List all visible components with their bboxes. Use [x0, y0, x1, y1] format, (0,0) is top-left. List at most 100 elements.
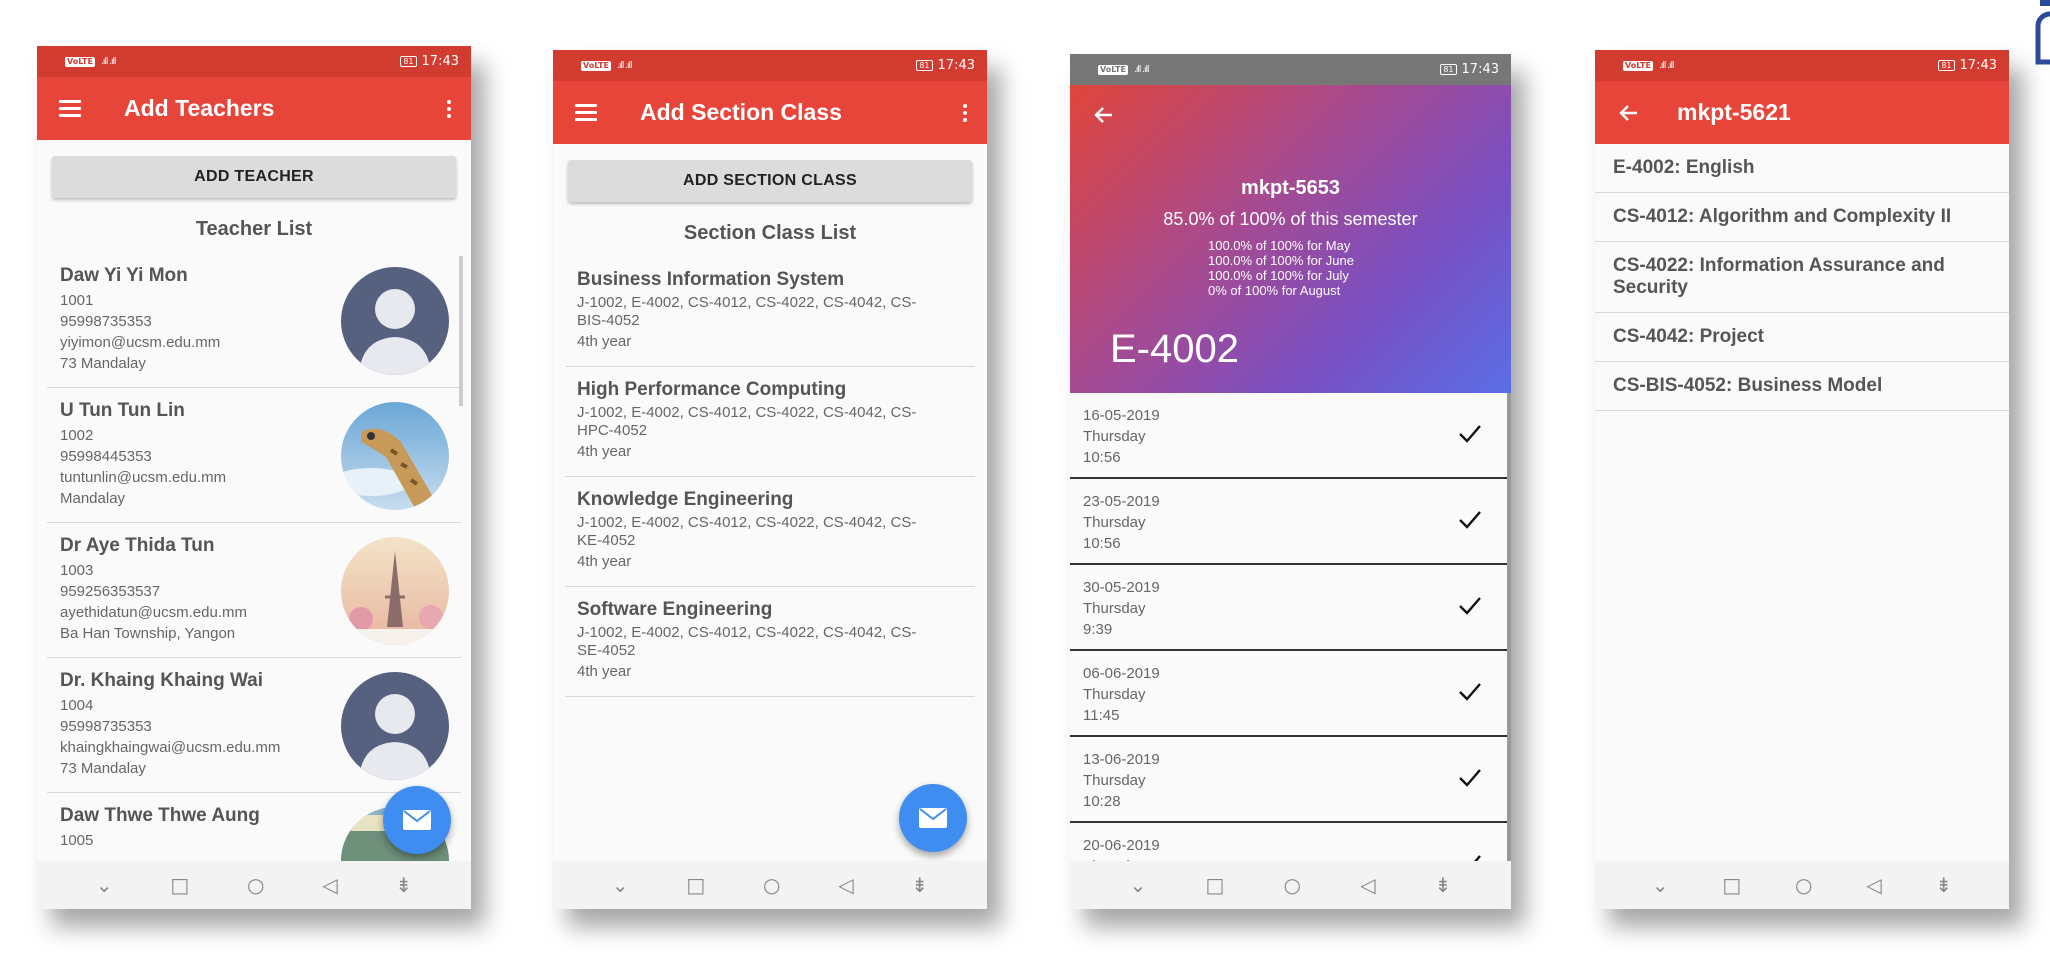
section-codes: J-1002, E-4002, CS-4012, CS-4022, CS-404…	[577, 294, 917, 329]
section-year: 4th year	[577, 443, 632, 460]
attendance-row[interactable]: 13-06-2019 Thursday 10:28	[1070, 737, 1511, 823]
section-name: Knowledge Engineering	[577, 489, 794, 510]
back-arrow-icon[interactable]	[1617, 101, 1641, 125]
attendance-day: Thursday	[1083, 686, 1146, 703]
mail-fab-button[interactable]	[899, 784, 967, 852]
attendance-row[interactable]: 30-05-2019 Thursday 9:39	[1070, 565, 1511, 651]
battery-icon: 81	[1440, 64, 1457, 75]
attendance-date: 13-06-2019	[1083, 751, 1160, 768]
attendance-date: 06-06-2019	[1083, 665, 1160, 682]
section-name: Software Engineering	[577, 599, 773, 620]
course-item[interactable]: CS-BIS-4052: Business Model	[1595, 362, 2009, 411]
section-item[interactable]: Knowledge Engineering J-1002, E-4002, CS…	[565, 477, 975, 587]
back-arrow-icon[interactable]	[1092, 103, 1116, 127]
page-title: Add Teachers	[124, 95, 275, 121]
back-nav-icon[interactable]: ◁	[838, 873, 853, 897]
teacher-item[interactable]: Dr Aye Thida Tun 1003 959256353537 ayethida…	[47, 523, 461, 658]
mail-fab-button[interactable]	[383, 786, 451, 854]
notification-icon[interactable]: ⇟	[1935, 873, 1952, 897]
phone-student-courses: VoLTE .ıll .ıll 81 17:43 mkpt-5621 E-4002:…	[1595, 50, 2009, 909]
more-options-icon[interactable]	[963, 103, 967, 122]
check-icon	[1459, 683, 1481, 701]
section-codes: J-1002, E-4002, CS-4012, CS-4022, CS-404…	[577, 624, 917, 659]
scrollbar[interactable]	[1507, 393, 1511, 871]
attendance-header: mkpt-5653 85.0% of 100% of this semester…	[1070, 85, 1511, 393]
course-list: E-4002: English CS-4012: Algorithm and Co…	[1595, 144, 2009, 411]
back-nav-icon[interactable]: ◁	[1866, 873, 1881, 897]
system-nav-bar: ⌄ □ ○ ◁ ⇟	[1595, 861, 2009, 909]
status-time: 17:43	[1959, 58, 1997, 73]
notification-icon[interactable]: ⇟	[395, 873, 412, 897]
recents-icon[interactable]: □	[1205, 873, 1224, 897]
attendance-row[interactable]: 23-05-2019 Thursday 10:56	[1070, 479, 1511, 565]
section-item[interactable]: High Performance Computing J-1002, E-400…	[565, 367, 975, 477]
course-item[interactable]: CS-4012: Algorithm and Complexity II	[1595, 193, 2009, 242]
attendance-date: 20-06-2019	[1083, 837, 1160, 854]
scrollbar[interactable]	[459, 256, 463, 406]
chevron-down-icon[interactable]: ⌄	[96, 873, 113, 897]
chevron-down-icon[interactable]: ⌄	[612, 873, 629, 897]
attendance-list: 16-05-2019 Thursday 10:56 23-05-2019 Thu…	[1070, 393, 1511, 909]
attendance-time: 10:56	[1083, 449, 1121, 466]
avatar	[341, 537, 449, 645]
course-item[interactable]: E-4002: English	[1595, 144, 2009, 193]
more-options-icon[interactable]	[447, 99, 451, 118]
status-bar: VoLTE .ıll .ıll 81 17:43	[1595, 50, 2009, 81]
course-item[interactable]: CS-4042: Project	[1595, 313, 2009, 362]
add-teacher-button[interactable]: ADD TEACHER	[52, 156, 456, 198]
list-title: Section Class List	[683, 222, 857, 244]
status-time: 17:43	[1461, 62, 1499, 77]
recents-icon[interactable]: □	[1722, 873, 1741, 897]
recents-icon[interactable]: □	[686, 873, 705, 897]
section-name: High Performance Computing	[577, 379, 847, 400]
teacher-item[interactable]: Daw Yi Yi Mon 1001 95998735353 yiyimon@ucsm…	[47, 253, 461, 388]
home-icon[interactable]: ○	[247, 873, 264, 897]
page-title: Add Section Class	[640, 99, 842, 125]
teacher-item[interactable]: Dr. Khaing Khaing Wai 1004 95998735353 khai…	[47, 658, 461, 793]
status-bar: VoLTE .ıll .ıll 81 17:43	[553, 50, 987, 81]
menu-icon[interactable]	[575, 104, 597, 121]
month-july: 100.0% of 100% for July	[1208, 268, 1349, 283]
chevron-down-icon[interactable]: ⌄	[1652, 873, 1669, 897]
attendance-time: 10:28	[1083, 793, 1121, 810]
check-icon	[1459, 597, 1481, 615]
attendance-row[interactable]: 16-05-2019 Thursday 10:56	[1070, 393, 1511, 479]
status-time: 17:43	[421, 54, 459, 69]
student-id: mkpt-5653	[1241, 177, 1340, 199]
volte-badge: VoLTE	[1623, 60, 1653, 71]
home-icon[interactable]: ○	[763, 873, 780, 897]
course-item[interactable]: CS-4022: Information Assurance and Secur…	[1595, 242, 2009, 313]
back-nav-icon[interactable]: ◁	[322, 873, 337, 897]
signal-icon: .ıll .ıll	[616, 60, 633, 71]
add-section-class-button[interactable]: ADD SECTION CLASS	[568, 160, 972, 202]
chevron-down-icon[interactable]: ⌄	[1130, 873, 1147, 897]
battery-icon: 81	[916, 60, 933, 71]
system-nav-bar: ⌄ □ ○ ◁ ⇟	[1070, 861, 1511, 909]
home-icon[interactable]: ○	[1795, 873, 1812, 897]
section-year: 4th year	[577, 553, 632, 570]
check-icon	[1459, 425, 1481, 443]
check-icon	[1459, 769, 1481, 787]
section-item[interactable]: Business Information System J-1002, E-40…	[565, 257, 975, 367]
section-list: Business Information System J-1002, E-40…	[553, 257, 987, 697]
notification-icon[interactable]: ⇟	[911, 873, 928, 897]
page-title: mkpt-5621	[1677, 99, 1791, 125]
recents-icon[interactable]: □	[170, 873, 189, 897]
battery-icon: 81	[1938, 60, 1955, 71]
home-icon[interactable]: ○	[1284, 873, 1301, 897]
attendance-day: Thursday	[1083, 772, 1146, 789]
app-bar: Add Teachers	[37, 77, 471, 140]
attendance-row[interactable]: 06-06-2019 Thursday 11:45	[1070, 651, 1511, 737]
teacher-item[interactable]: U Tun Tun Lin 1002 95998445353 tuntunlin@uc…	[47, 388, 461, 523]
attendance-date: 16-05-2019	[1083, 407, 1160, 424]
section-year: 4th year	[577, 333, 632, 350]
back-nav-icon[interactable]: ◁	[1360, 873, 1375, 897]
notification-icon[interactable]: ⇟	[1435, 873, 1452, 897]
volte-badge: VoLTE	[1098, 64, 1128, 75]
section-item[interactable]: Software Engineering J-1002, E-4002, CS-…	[565, 587, 975, 697]
battery-icon: 81	[400, 56, 417, 67]
attendance-date: 30-05-2019	[1083, 579, 1160, 596]
menu-icon[interactable]	[59, 100, 81, 117]
status-bar: VoLTE .ıll .ıll 81 17:43	[1070, 54, 1511, 85]
section-codes: J-1002, E-4002, CS-4012, CS-4022, CS-404…	[577, 514, 917, 549]
